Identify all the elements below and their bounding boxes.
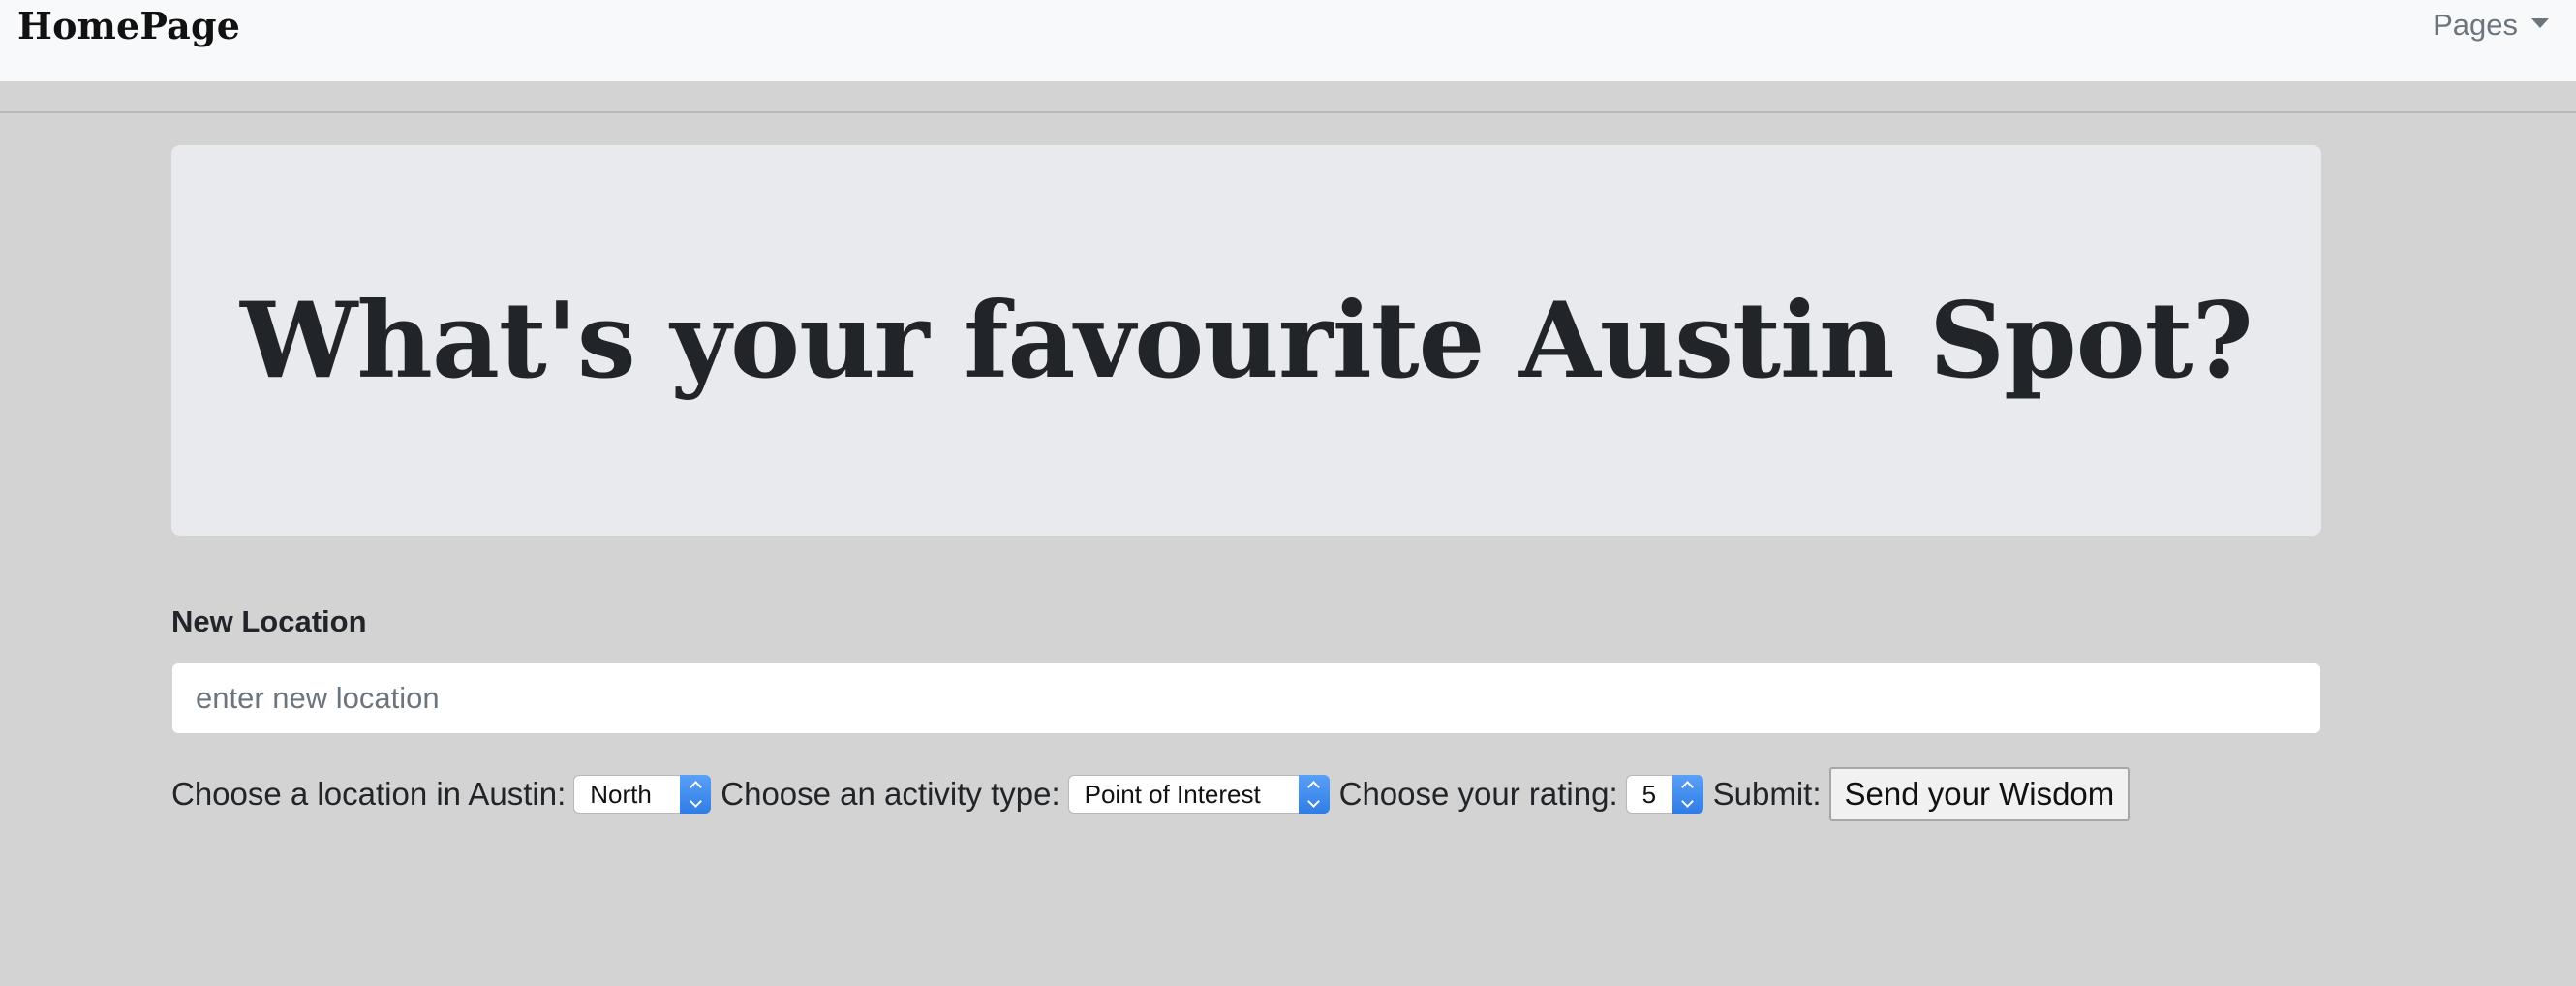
up-down-chevron-icon bbox=[1298, 775, 1330, 814]
submit-label: Submit: bbox=[1712, 776, 1822, 812]
area-select-value: North bbox=[590, 779, 652, 809]
rating-select-value: 5 bbox=[1641, 779, 1657, 809]
pages-dropdown-label: Pages bbox=[2433, 8, 2518, 42]
brand-link[interactable]: HomePage bbox=[17, 4, 240, 47]
hero-jumbotron: What's your favourite Austin Spot? bbox=[171, 145, 2321, 536]
area-select[interactable]: North bbox=[573, 775, 712, 814]
navbar-divider bbox=[0, 81, 2576, 113]
top-navbar: HomePage Pages bbox=[0, 0, 2576, 81]
up-down-chevron-icon bbox=[1671, 775, 1703, 814]
options-row: Choose a location in Austin: North Choos… bbox=[171, 767, 2131, 821]
activity-select-value: Point of Interest bbox=[1084, 779, 1261, 809]
area-select-label: Choose a location in Austin: bbox=[171, 776, 567, 812]
rating-select[interactable]: 5 bbox=[1625, 775, 1703, 814]
activity-select[interactable]: Point of Interest bbox=[1067, 775, 1330, 814]
new-location-input[interactable] bbox=[171, 662, 2321, 734]
new-location-label: New Location bbox=[171, 604, 367, 638]
up-down-chevron-icon bbox=[680, 775, 712, 814]
pages-dropdown[interactable]: Pages bbox=[2433, 8, 2549, 43]
rating-select-label: Choose your rating: bbox=[1338, 776, 1618, 812]
activity-select-label: Choose an activity type: bbox=[721, 776, 1060, 812]
send-wisdom-button[interactable]: Send your Wisdom bbox=[1828, 767, 2131, 821]
page-title: What's your favourite Austin Spot? bbox=[240, 279, 2254, 402]
caret-down-icon bbox=[2531, 18, 2549, 28]
